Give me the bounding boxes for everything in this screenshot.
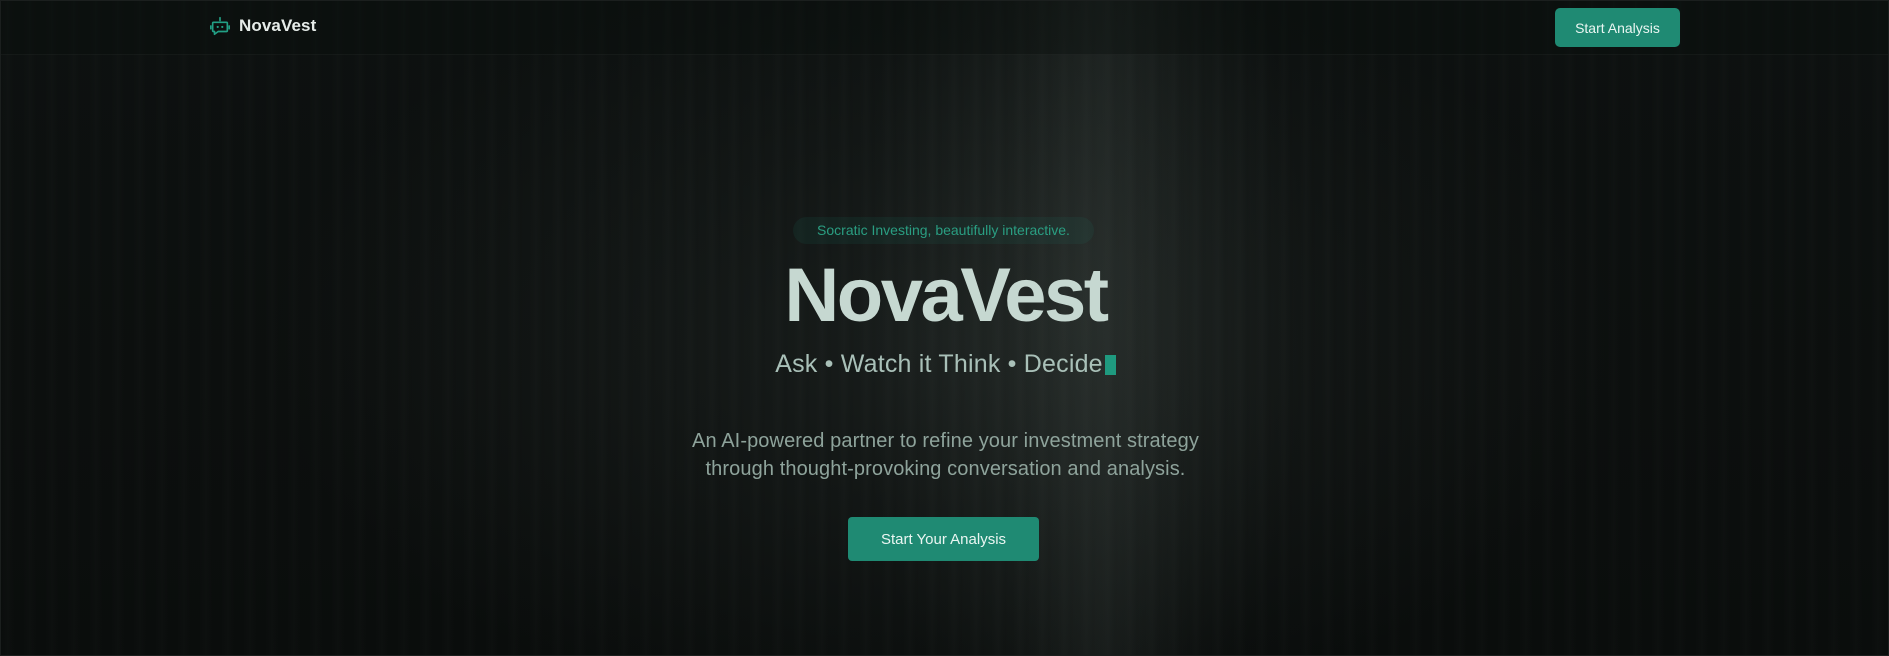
hero-description: An AI-powered partner to refine your inv… [1,427,1888,483]
hero-title: NovaVest [784,253,1109,338]
hero-description-line-1: An AI-powered partner to refine your inv… [692,430,1199,452]
start-your-analysis-button[interactable]: Start Your Analysis [848,517,1039,561]
landing-page: NovaVest Start Analysis Socratic Investi… [0,0,1889,656]
hero-description-line-2: through thought-provoking conversation a… [705,458,1186,480]
hero-section: Socratic Investing, beautifully interact… [1,1,1888,655]
hero-steps-text: Ask • Watch it Think • Decide [775,350,1103,378]
hero-steps: Ask • Watch it Think • Decide [1,349,1888,379]
tagline-badge: Socratic Investing, beautifully interact… [793,217,1094,244]
typing-caret [1104,355,1116,375]
